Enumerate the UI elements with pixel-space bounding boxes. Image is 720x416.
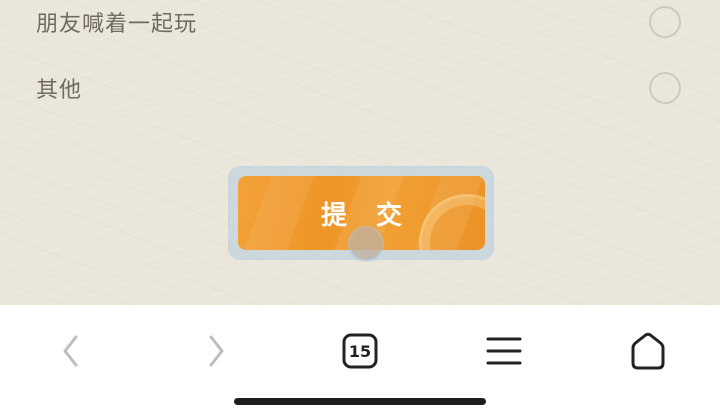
tabs-button[interactable]: 15 bbox=[330, 321, 390, 381]
option-play-with-friends[interactable]: 朋友喊着一起玩 bbox=[0, 0, 720, 50]
radio-button[interactable] bbox=[649, 72, 681, 104]
menu-button[interactable] bbox=[474, 321, 534, 381]
home-indicator-bar bbox=[234, 398, 486, 405]
tabs-icon: 15 bbox=[342, 333, 378, 369]
option-label: 其他 bbox=[36, 78, 83, 103]
forward-button[interactable] bbox=[186, 321, 246, 381]
home-button[interactable] bbox=[618, 321, 678, 381]
chevron-left-icon bbox=[63, 335, 78, 367]
survey-content: 朋友喊着一起玩 其他 提 交 bbox=[0, 0, 720, 305]
back-button[interactable] bbox=[41, 321, 101, 381]
option-label: 朋友喊着一起玩 bbox=[36, 12, 198, 37]
hamburger-menu-icon bbox=[486, 337, 522, 365]
chevron-right-icon bbox=[209, 335, 224, 367]
browser-page: 朋友喊着一起玩 其他 提 交 15 bbox=[0, 0, 720, 416]
tabs-count: 15 bbox=[348, 341, 372, 361]
home-icon bbox=[631, 332, 665, 370]
touch-indicator bbox=[350, 228, 382, 260]
radio-button[interactable] bbox=[649, 6, 681, 38]
option-other[interactable]: 其他 bbox=[0, 60, 720, 116]
